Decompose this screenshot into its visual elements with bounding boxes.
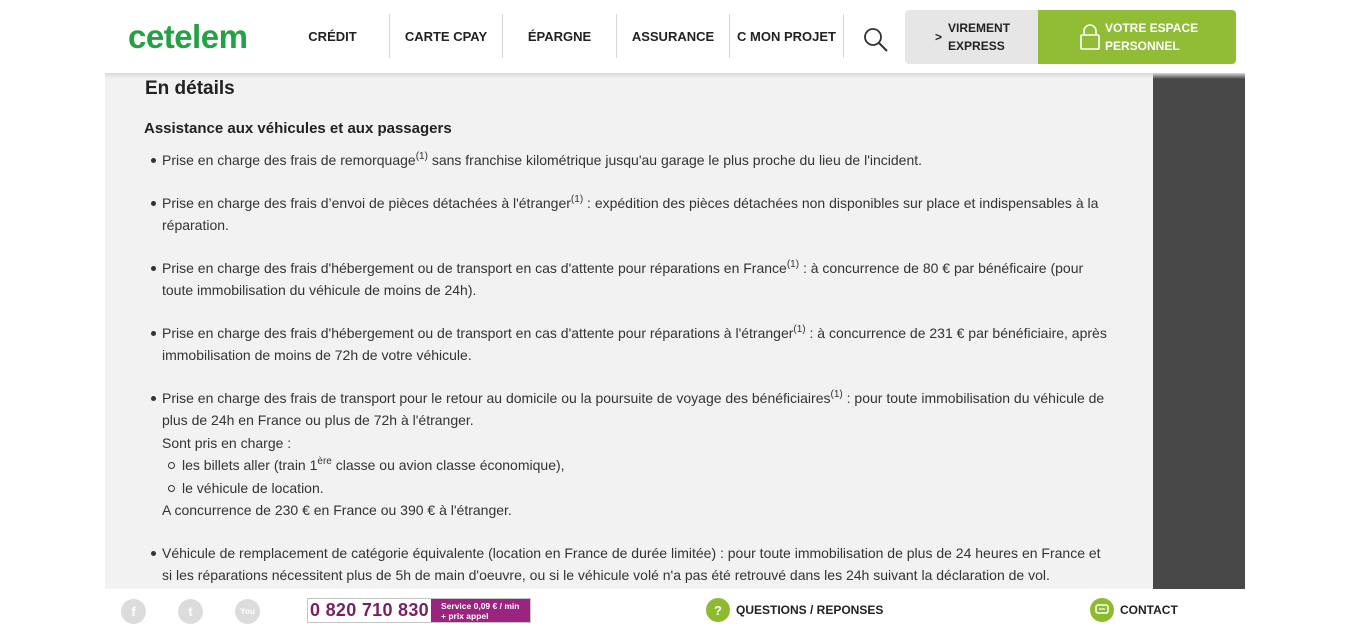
sub-list-item: les billets aller (train 1ère classe ou … — [162, 454, 1112, 477]
cetelem-logo[interactable]: cetelem — [128, 18, 248, 56]
concurrence-text: A concurrence de 230 € en France ou 390 … — [162, 502, 512, 518]
search-icon[interactable] — [862, 26, 890, 54]
footer-bar: f t You 0 820 710 830 Service 0,09 € / m… — [0, 589, 1349, 632]
contact-link[interactable]: CONTACT — [1090, 598, 1178, 622]
nav-divider — [843, 14, 844, 58]
facebook-icon[interactable]: f — [121, 599, 146, 624]
phone-number: 0 820 710 830 — [309, 600, 429, 620]
nav-assurance[interactable]: ASSURANCE — [617, 14, 729, 58]
list-item: Prise en charge des frais de transport p… — [151, 387, 1112, 522]
list-item: Prise en charge des frais d'hébergement … — [151, 322, 1112, 367]
section-subtitle: Assistance aux véhicules et aux passager… — [144, 120, 452, 137]
sub-list-item: le véhicule de location. — [162, 477, 1112, 500]
site-header: cetelem CRÉDIT CARTE CPAY ÉPARGNE ASSURA… — [0, 0, 1349, 73]
nav-credit[interactable]: CRÉDIT — [295, 14, 370, 58]
nav-carte-cpay[interactable]: CARTE CPAY — [390, 14, 502, 58]
header-shadow — [105, 73, 1245, 79]
phone-number-badge[interactable]: 0 820 710 830 Service 0,09 € / min + pri… — [307, 598, 531, 623]
list-item: Prise en charge des frais d'hébergement … — [151, 257, 1112, 302]
nav-epargne[interactable]: ÉPARGNE — [503, 14, 616, 58]
right-sidebar — [1153, 73, 1245, 589]
virement-express-button[interactable]: > VIREMENT EXPRESS — [905, 10, 1039, 64]
espace-label: VOTRE ESPACE PERSONNEL — [1105, 21, 1199, 53]
list-item: Prise en charge des frais de remorquage(… — [151, 149, 1112, 172]
list-item: Véhicule de remplacement de catégorie éq… — [151, 542, 1112, 587]
espace-personnel-button[interactable]: VOTRE ESPACE PERSONNEL — [1038, 10, 1236, 64]
twitter-icon[interactable]: t — [178, 599, 203, 624]
phone-tarif: Service 0,09 € / min + prix appel — [431, 599, 530, 622]
lock-icon — [1080, 23, 1100, 51]
list-item: Prise en charge des frais d’envoi de piè… — [151, 192, 1112, 237]
youtube-icon[interactable]: You — [235, 599, 260, 624]
questions-reponses-link[interactable]: ? QUESTIONS / REPONSES — [706, 598, 883, 622]
pris-en-charge-label: Sont pris en charge : — [162, 434, 292, 451]
details-list: Prise en charge des frais de remorquage(… — [151, 149, 1112, 587]
nav-c-mon-projet[interactable]: C MON PROJET — [730, 14, 843, 58]
virement-label: VIREMENT EXPRESS — [948, 21, 1011, 53]
section-title: En détails — [145, 78, 235, 99]
chevron-right-icon: > — [935, 30, 943, 44]
chat-bubble-icon — [1090, 598, 1114, 622]
main-content: En détails Assistance aux véhicules et a… — [105, 73, 1153, 589]
question-bubble-icon: ? — [706, 598, 730, 622]
